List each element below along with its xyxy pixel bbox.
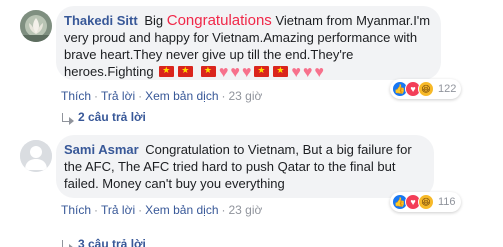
heart-icon: ♥ [230,64,240,81]
view-replies-link[interactable]: 3 câu trả lời [62,237,146,247]
avatar[interactable] [20,10,52,42]
separator: · [94,89,99,103]
timestamp[interactable]: 23 giờ [229,203,263,217]
avatar[interactable] [20,140,52,172]
heart-icon: ♥ [218,64,229,81]
reaction-summary[interactable]: 👍 ♥ 😆 122 [390,79,462,99]
reaction-summary[interactable]: 👍 ♥ 😆 116 [390,192,461,212]
comment-1: Thakedi Sitt Big Congratulations Vietnam… [0,0,503,118]
reaction-count: 116 [438,196,456,208]
comment-text-start: Big [144,13,164,28]
heart-icon: ♥ [241,64,252,81]
timestamp[interactable]: 23 giờ [229,89,263,103]
comment-2: Sami Asmar Congratulation to Vietnam, Bu… [0,131,503,227]
reaction-count: 122 [438,83,457,95]
comment-bubble: Thakedi Sitt Big Congratulations Vietnam… [56,6,441,81]
heart-icon: ♥ [291,64,301,81]
reply-arrow-icon [62,112,74,125]
heart-icon: ♥ [302,64,313,81]
separator: · [138,89,143,103]
like-link[interactable]: Thích [61,203,91,217]
lotus-avatar-icon [20,10,52,42]
replies-label: 3 câu trả lời [78,237,146,247]
haha-icon: 😆 [418,81,434,97]
separator: · [94,203,99,217]
comment-author[interactable]: Sami Asmar [64,142,139,157]
comment-bubble: Sami Asmar Congratulation to Vietnam, Bu… [56,135,434,198]
vietnam-flag-icon [200,65,216,77]
comment-actions: Thích · Trả lời · Xem bản dịch · 23 giờ [61,203,262,217]
comment-actions: Thích · Trả lời · Xem bản dịch · 23 giờ [61,89,262,103]
replies-label: 2 câu trả lời [78,110,146,124]
translate-link[interactable]: Xem bản dịch [145,203,218,217]
separator: · [138,203,143,217]
haha-icon: 😆 [418,194,434,210]
view-replies-link[interactable]: 2 câu trả lời [62,110,146,125]
vietnam-flag-icon [273,65,289,77]
comment-author[interactable]: Thakedi Sitt [64,13,138,28]
reply-link[interactable]: Trả lời [101,89,135,103]
heart-icon: ♥ [314,64,324,81]
separator: · [221,203,226,217]
like-link[interactable]: Thích [61,89,91,103]
separator: · [221,89,226,103]
vietnam-flag-icon [178,65,194,77]
reply-arrow-icon [62,239,74,247]
translate-link[interactable]: Xem bản dịch [145,89,218,103]
default-user-avatar-icon [20,140,52,172]
vietnam-flag-icon [159,65,175,77]
vietnam-flag-icon [254,65,270,77]
comment-highlight: Congratulations [166,12,272,29]
reply-link[interactable]: Trả lời [101,203,135,217]
